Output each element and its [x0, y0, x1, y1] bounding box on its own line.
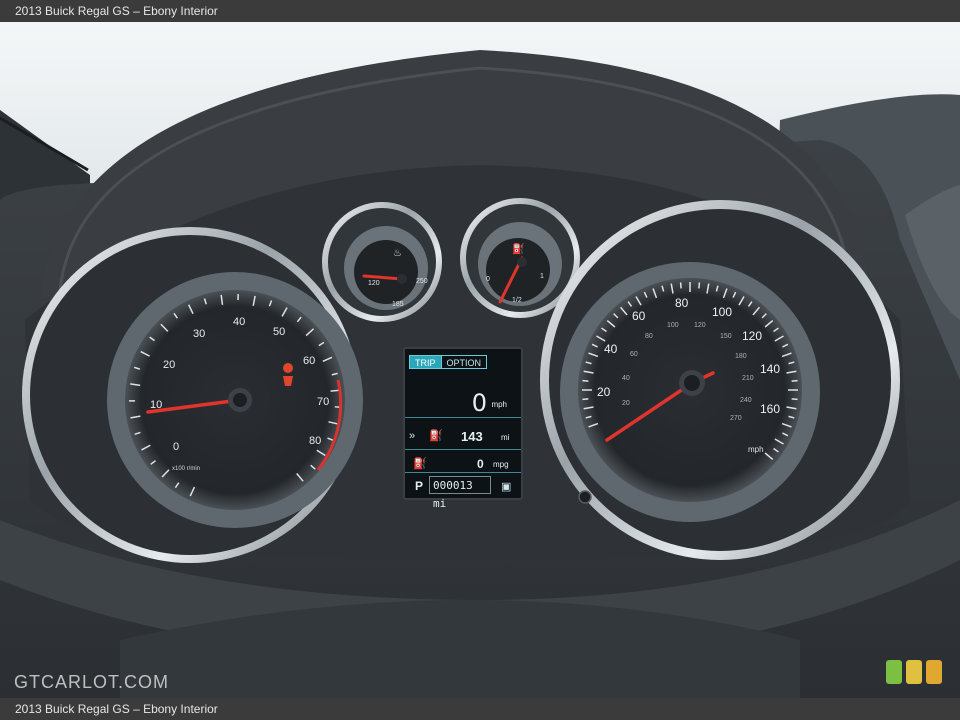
kmh-label: 60 [630, 351, 638, 358]
gear-indicator: P [415, 479, 424, 493]
tach-label: 70 [317, 396, 329, 408]
caption-bar-top: 2013 Buick Regal GS – Ebony Interior [0, 0, 960, 22]
gauge-tick [791, 398, 798, 401]
badge-yellow [906, 660, 922, 684]
caption-text: 2013 Buick Regal GS – Ebony Interior [15, 702, 218, 716]
fuel-range-value: 143 [461, 429, 483, 444]
kmh-label: 20 [622, 400, 630, 407]
tab-trip: TRIP [409, 355, 442, 369]
mph-label: 80 [675, 296, 689, 310]
fuel-pump-icon: ⛽ [429, 430, 443, 442]
engine-temp-icon: ♨ [393, 248, 402, 259]
mph-label: 160 [760, 402, 780, 416]
gauge-tick [582, 379, 589, 382]
tach-label: 30 [193, 328, 205, 340]
tach-unit: x100 r/min [172, 466, 200, 472]
fuel-economy-unit: mpg [493, 460, 509, 469]
photo-frame: 2013 Buick Regal GS – Ebony Interior 0 1… [0, 0, 960, 720]
badge-green [886, 660, 902, 684]
kmh-label: 150 [720, 333, 732, 340]
temperature-gauge: ♨ 120 185 250 [322, 202, 442, 322]
tach-label: 20 [163, 359, 175, 371]
mph-label: 140 [760, 362, 780, 376]
kmh-label: 100 [667, 322, 679, 329]
tach-label: 50 [273, 326, 285, 338]
kmh-label: 270 [730, 415, 742, 422]
display-tabs: TRIP OPTION [409, 355, 488, 369]
kmh-label: 120 [694, 322, 706, 329]
tach-label: 40 [233, 316, 245, 328]
tach-label: 0 [173, 441, 179, 453]
caption-bar-bottom: 2013 Buick Regal GS – Ebony Interior [0, 698, 960, 720]
speed-unit: mph [748, 445, 764, 454]
temp-label-low: 120 [368, 280, 380, 287]
caption-text: 2013 Buick Regal GS – Ebony Interior [15, 4, 218, 18]
mph-label: 100 [712, 305, 732, 319]
kmh-label: 40 [622, 375, 630, 382]
mph-label: 120 [742, 329, 762, 343]
driver-info-display: TRIP OPTION 0 mph » ⛽ 143 mi ⛽ 0 mpg P 0… [403, 347, 523, 510]
fuel-range-unit: mi [501, 433, 510, 442]
fuel-label-mid: 1/2 [512, 297, 522, 304]
kmh-label: 180 [735, 353, 747, 360]
fuel-label-low: 0 [486, 276, 490, 283]
chevron-double-right-icon: » [409, 430, 416, 442]
mph-label: 40 [604, 342, 618, 356]
fuel-economy-icon: ⛽ [413, 458, 427, 470]
gauge-tick [791, 379, 798, 382]
fuel-economy-value: 0 [477, 457, 484, 471]
watermark-logo: GTCARLOT.COM [14, 672, 170, 692]
tach-label: 80 [309, 435, 321, 447]
gauge-tick [698, 282, 701, 289]
divider [405, 449, 521, 450]
door-ajar-icon: ▣ [501, 481, 512, 493]
odometer: 000013 mi [429, 476, 491, 510]
mph-label: 20 [597, 385, 611, 399]
tach-label: 60 [303, 355, 315, 367]
gauge-tick [679, 282, 682, 289]
gauge-tick [582, 398, 589, 401]
digital-speed: 0 [471, 389, 487, 417]
trip-reset-knob [578, 490, 592, 504]
badge-orange [926, 660, 942, 684]
digital-speed-unit: mph [491, 400, 507, 409]
divider [405, 472, 521, 473]
fuel-label-high: 1 [540, 273, 544, 280]
kmh-label: 240 [740, 397, 752, 404]
kmh-label: 80 [645, 333, 653, 340]
kmh-label: 210 [742, 375, 754, 382]
mph-label: 60 [632, 309, 646, 323]
tab-option: OPTION [441, 355, 488, 369]
divider [405, 417, 521, 418]
speedometer: 20 40 60 80 100 120 140 160 20 40 60 80 … [540, 200, 900, 560]
temp-label-high: 250 [416, 278, 428, 285]
temp-label-mid: 185 [392, 301, 404, 308]
fuel-pump-icon: ⛽ [512, 242, 524, 255]
